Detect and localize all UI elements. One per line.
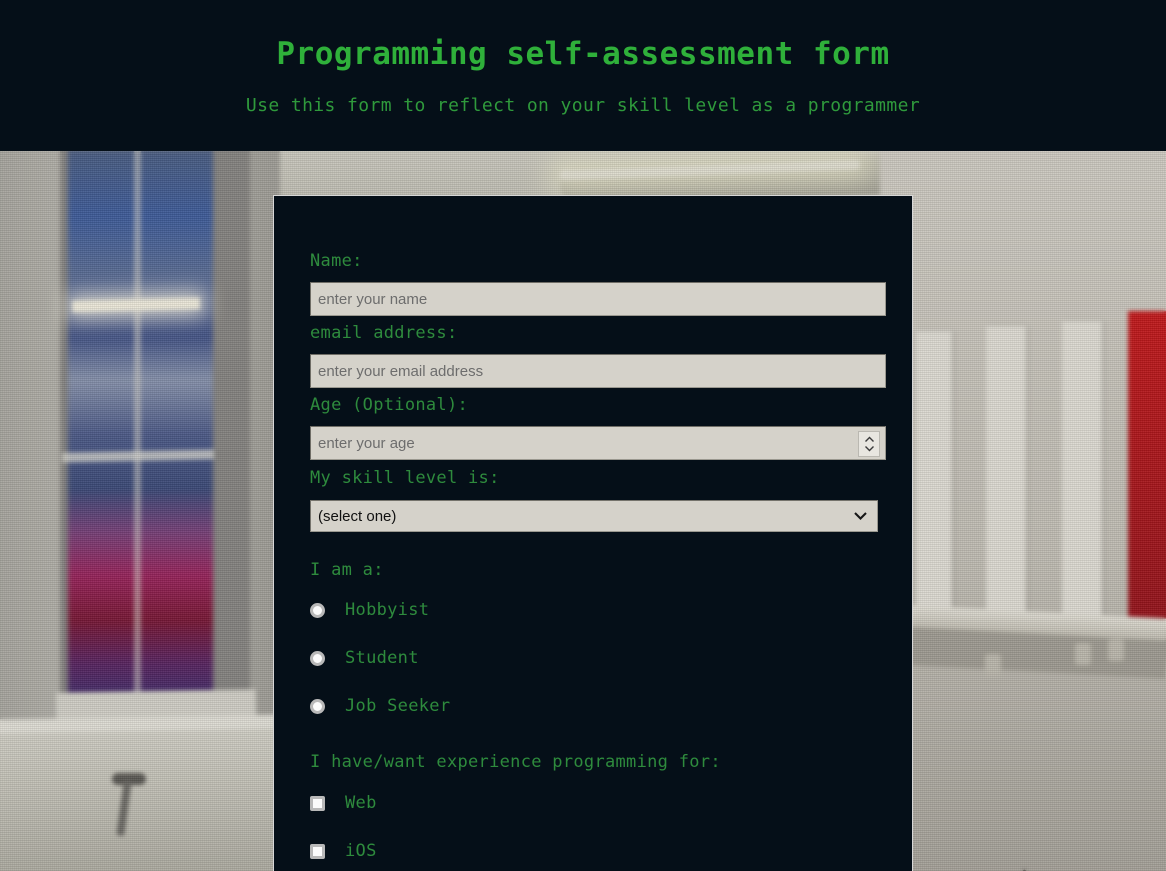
skill-level-select[interactable]: (select one) bbox=[310, 500, 878, 532]
radio-label-job-seeker: Job Seeker bbox=[345, 696, 451, 716]
email-label: email address: bbox=[310, 323, 458, 343]
age-input-wrapper bbox=[310, 426, 886, 460]
form-fields-container: Name: email address: Age (Optional): bbox=[310, 196, 890, 862]
chevron-down-icon bbox=[853, 508, 868, 525]
page-subtitle: Use this form to reflect on your skill l… bbox=[245, 95, 921, 116]
radio-option-hobbyist[interactable]: Hobbyist bbox=[310, 599, 890, 621]
page-title: Programming self-assessment form bbox=[276, 36, 890, 72]
radio-icon[interactable] bbox=[310, 650, 325, 666]
assessment-form-panel: Name: email address: Age (Optional): bbox=[273, 195, 913, 871]
skill-level-selected-value: (select one) bbox=[318, 507, 397, 525]
radio-icon[interactable] bbox=[310, 602, 325, 618]
name-input[interactable] bbox=[310, 282, 886, 316]
checkbox-option-web[interactable]: Web bbox=[310, 792, 890, 814]
radio-option-student[interactable]: Student bbox=[310, 647, 890, 669]
checkbox-icon[interactable] bbox=[310, 843, 325, 859]
checkbox-label-web: Web bbox=[345, 793, 377, 813]
checkbox-option-ios[interactable]: iOS bbox=[310, 840, 890, 862]
radio-icon[interactable] bbox=[310, 698, 325, 714]
radio-label-student: Student bbox=[345, 648, 419, 668]
page-header: Programming self-assessment form Use thi… bbox=[0, 0, 1166, 151]
age-label: Age (Optional): bbox=[310, 395, 469, 415]
checkbox-icon[interactable] bbox=[310, 795, 325, 811]
experience-group-label: I have/want experience programming for: bbox=[310, 752, 721, 772]
role-group-label: I am a: bbox=[310, 560, 384, 580]
skill-level-label: My skill level is: bbox=[310, 468, 500, 488]
radio-label-hobbyist: Hobbyist bbox=[345, 600, 430, 620]
radio-option-job-seeker[interactable]: Job Seeker bbox=[310, 695, 890, 717]
email-input[interactable] bbox=[310, 354, 886, 388]
page-root: Programming self-assessment form Use thi… bbox=[0, 0, 1166, 871]
age-input[interactable] bbox=[310, 426, 886, 460]
checkbox-label-ios: iOS bbox=[345, 841, 377, 861]
name-label: Name: bbox=[310, 251, 363, 271]
